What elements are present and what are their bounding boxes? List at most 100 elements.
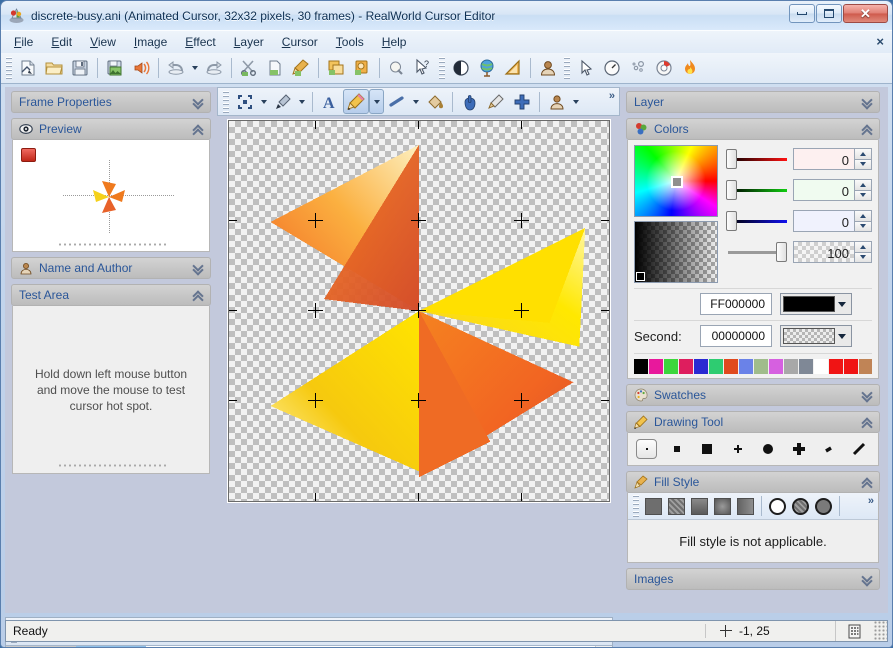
green-decrement-button[interactable] xyxy=(855,189,872,201)
alpha-increment-button[interactable] xyxy=(855,241,872,252)
preview-stop-button[interactable] xyxy=(21,148,36,162)
fill-bucket-icon[interactable] xyxy=(422,89,448,114)
layer-header[interactable]: Layer xyxy=(626,91,880,113)
menu-tools[interactable]: Tools xyxy=(327,32,373,52)
toolbar-grip[interactable] xyxy=(6,57,12,79)
second-hex-input[interactable]: 00000000 xyxy=(700,325,772,347)
chevron-up-icon[interactable] xyxy=(860,476,873,489)
menu-file[interactable]: File xyxy=(5,32,42,52)
palette-swatch[interactable] xyxy=(694,359,708,374)
preview-body[interactable] xyxy=(12,140,210,252)
palette-swatch[interactable] xyxy=(664,359,678,374)
canvas-toolbar-grip[interactable] xyxy=(223,90,229,113)
new-document-icon[interactable] xyxy=(15,56,41,81)
brush-square-small[interactable] xyxy=(666,439,687,459)
chevron-down-icon[interactable] xyxy=(860,96,873,109)
blue-increment-button[interactable] xyxy=(855,210,872,221)
open-folder-icon[interactable] xyxy=(41,56,67,81)
brush-cross-thin[interactable] xyxy=(727,439,748,459)
cursor-canvas[interactable] xyxy=(227,120,610,502)
duplicate-layer-icon[interactable] xyxy=(323,56,349,81)
menu-layer[interactable]: Layer xyxy=(225,32,273,52)
palette-swatch[interactable] xyxy=(784,359,798,374)
blue-decrement-button[interactable] xyxy=(855,220,872,232)
blue-slider-knob[interactable] xyxy=(726,211,737,231)
images-header[interactable]: Images xyxy=(626,568,880,590)
name-and-author-header[interactable]: Name and Author xyxy=(11,257,211,279)
fill-gradient-h[interactable] xyxy=(737,497,754,515)
green-value[interactable]: 0 xyxy=(793,179,855,201)
palette-swatch[interactable] xyxy=(634,359,648,374)
alpha-slider[interactable] xyxy=(726,241,787,263)
menu-edit[interactable]: Edit xyxy=(42,32,81,52)
red-value[interactable]: 0 xyxy=(793,148,855,170)
flame-icon[interactable] xyxy=(677,56,703,81)
shape-circle-hatch[interactable] xyxy=(792,497,809,515)
pencil-tool-dropdown-arrow[interactable] xyxy=(369,89,384,114)
toolbar-grip-3[interactable] xyxy=(564,57,570,79)
green-slider[interactable] xyxy=(726,179,787,201)
fill-gradient-v[interactable] xyxy=(691,497,708,515)
shape-circle-solid[interactable] xyxy=(815,497,832,515)
palette-swatch[interactable] xyxy=(709,359,723,374)
cut-scissors-icon[interactable] xyxy=(236,56,262,81)
palette-swatch[interactable] xyxy=(724,359,738,374)
palette-swatch[interactable] xyxy=(754,359,768,374)
swatches-header[interactable]: Swatches xyxy=(626,384,880,406)
alpha-decrement-button[interactable] xyxy=(855,251,872,263)
alpha-spinner[interactable]: 100 xyxy=(793,241,872,263)
canvas-viewport[interactable] xyxy=(217,120,620,613)
red-slider[interactable] xyxy=(726,148,787,170)
fill-solid[interactable] xyxy=(645,497,662,515)
canvas-toolbar-overflow-button[interactable]: » xyxy=(609,90,615,102)
alpha-value[interactable]: 100 xyxy=(793,241,855,263)
fill-gradient-rad[interactable] xyxy=(714,497,731,515)
second-color-combo[interactable] xyxy=(780,325,852,347)
red-decrement-button[interactable] xyxy=(855,158,872,170)
colors-header[interactable]: Colors xyxy=(626,118,880,140)
avatar-tool-dropdown-arrow[interactable] xyxy=(570,89,582,114)
contrast-icon[interactable] xyxy=(448,56,474,81)
layer-properties-icon[interactable] xyxy=(349,56,375,81)
brush-square-large[interactable] xyxy=(697,439,718,459)
paste-brush-icon[interactable] xyxy=(288,56,314,81)
text-tool-icon[interactable]: A xyxy=(317,89,343,114)
hue-saturation-picker[interactable] xyxy=(634,145,718,217)
undo-dropdown-arrow[interactable] xyxy=(189,56,201,81)
test-area-resize-grip[interactable] xyxy=(56,463,166,470)
palette-swatch[interactable] xyxy=(844,359,858,374)
pointer-icon[interactable] xyxy=(573,56,599,81)
menu-view[interactable]: View xyxy=(81,32,125,52)
red-increment-button[interactable] xyxy=(855,148,872,159)
brush-stroke-long[interactable] xyxy=(849,439,870,459)
alpha-brightness-picker[interactable] xyxy=(634,221,718,283)
preview-resize-grip[interactable] xyxy=(56,242,166,249)
brush-stroke-short[interactable] xyxy=(818,439,839,459)
hand-tool-icon[interactable] xyxy=(457,89,483,114)
globe-icon[interactable] xyxy=(474,56,500,81)
primary-color-combo[interactable] xyxy=(780,293,852,315)
clock-icon[interactable] xyxy=(599,56,625,81)
alpha-cursor[interactable] xyxy=(636,272,645,281)
green-increment-button[interactable] xyxy=(855,179,872,190)
minimize-button[interactable] xyxy=(789,4,815,23)
chevron-down-icon[interactable] xyxy=(191,262,204,275)
primary-hex-input[interactable]: FF000000 xyxy=(700,293,772,315)
eyedropper-dropdown-arrow[interactable] xyxy=(296,89,308,114)
line-tool-dropdown-arrow[interactable] xyxy=(410,89,422,114)
brush-circle[interactable] xyxy=(758,439,779,459)
test-area-body[interactable]: Hold down left mouse button and move the… xyxy=(12,306,210,474)
fill-style-header[interactable]: Fill Style xyxy=(626,471,880,493)
alpha-slider-knob[interactable] xyxy=(776,242,787,262)
menu-cursor[interactable]: Cursor xyxy=(273,32,327,52)
fill-hatch[interactable] xyxy=(668,497,685,515)
selection-tool-dropdown-arrow[interactable] xyxy=(258,89,270,114)
preview-header[interactable]: Preview xyxy=(11,118,211,140)
red-spinner[interactable]: 0 xyxy=(793,148,872,170)
chevron-down-icon[interactable] xyxy=(835,333,849,339)
blue-slider[interactable] xyxy=(726,210,787,232)
test-area-header[interactable]: Test Area xyxy=(11,284,211,306)
bubbles-icon[interactable] xyxy=(625,56,651,81)
sound-icon[interactable] xyxy=(128,56,154,81)
save-as-image-icon[interactable] xyxy=(102,56,128,81)
